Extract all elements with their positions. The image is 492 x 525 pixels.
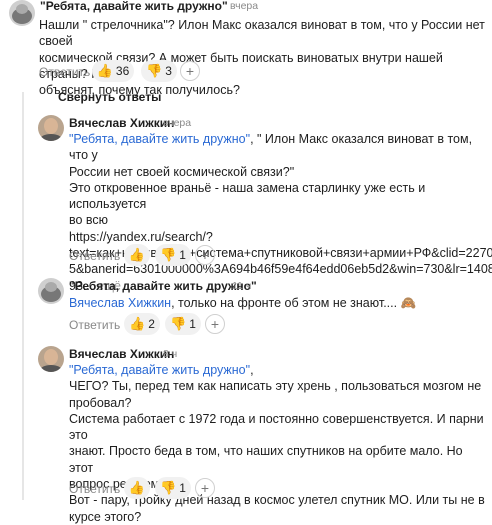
dislike-button[interactable]: 👎 1 [155,477,191,499]
comment-time: вчера [163,117,192,129]
avatar[interactable] [38,278,64,304]
thumbs-down-icon: 👎 [170,316,187,331]
dislike-count: 1 [179,248,186,262]
comment-text: "Ребята, давайте жить дружно", " Илон Ма… [69,132,492,293]
thumbs-up-icon: 👍 [128,247,146,262]
reply-button[interactable]: Ответить [69,249,120,263]
dislike-count: 1 [179,481,186,495]
like-button[interactable]: 👍 [124,477,150,499]
comment-text: Вячеслав Хижкин, только на фронте об это… [69,296,417,310]
quote-link[interactable]: "Ребята, давайте жить дружно" [69,132,250,146]
avatar[interactable] [9,0,35,26]
comment-author[interactable]: "Ребята, давайте жить дружно" [40,0,228,13]
comment-author[interactable]: "Ребята, давайте жить дружно" [69,279,257,293]
thumbs-up-icon: 👍 [129,316,146,331]
thumbs-up-icon: 👍 [128,480,146,495]
comment-author[interactable]: Вячеслав Хижкин [69,347,174,361]
thumbs-up-icon: 👍 [96,63,113,78]
like-count: 36 [115,64,130,78]
thumbs-down-icon: 👎 [146,63,163,78]
comment-text: "Ребята, давайте жить дружно", ЧЕГО? Ты,… [69,363,485,524]
like-button[interactable]: 👍 36 [92,60,134,82]
comment-time: 8 ч [163,348,178,360]
add-reaction-button[interactable]: + [180,61,200,81]
comment-author[interactable]: Вячеслав Хижкин [69,116,174,130]
monkey-emoji: 🙈 [400,296,417,310]
thumbs-down-icon: 👎 [160,247,177,262]
add-reaction-button[interactable]: + [195,245,215,265]
avatar[interactable] [38,115,64,141]
dislike-button[interactable]: 👎 1 [155,244,191,266]
collapse-replies-button[interactable]: Свернуть ответы [58,90,161,104]
avatar[interactable] [38,346,64,372]
reply-button[interactable]: Ответить [69,482,120,496]
like-count: 2 [148,317,155,331]
add-reaction-button[interactable]: + [195,478,215,498]
like-button[interactable]: 👍 [124,244,150,266]
comment-time: вчера [230,0,259,12]
reply-button[interactable]: Ответить [39,65,90,79]
dislike-button[interactable]: 👎 1 [165,313,201,335]
dislike-count: 1 [189,317,196,331]
dislike-count: 3 [165,64,172,78]
dislike-button[interactable]: 👎 3 [141,60,177,82]
mention-link[interactable]: Вячеслав Хижкин [69,296,171,310]
thread-line [22,92,24,500]
comment-text: Нашли " стрелочника"? Илон Макс оказался… [39,18,485,98]
like-button[interactable]: 👍 2 [124,313,160,335]
add-reaction-button[interactable]: + [205,314,225,334]
reply-button[interactable]: Ответить [69,318,120,332]
thumbs-down-icon: 👎 [160,480,177,495]
comment-time: 11 ч [232,280,252,292]
quote-link[interactable]: "Ребята, давайте жить дружно" [69,363,250,377]
